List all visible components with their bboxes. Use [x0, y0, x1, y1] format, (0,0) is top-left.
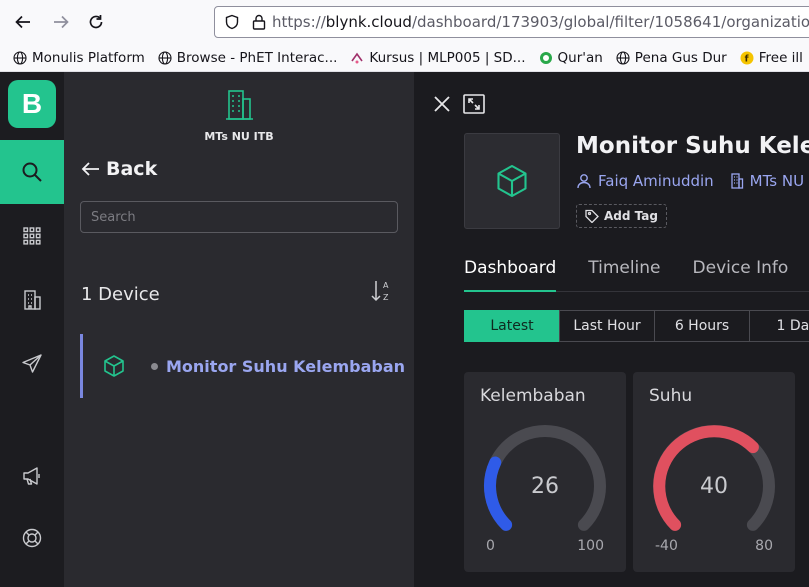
back-label: Back	[106, 158, 158, 180]
device-image-tile	[464, 133, 560, 229]
gauge-value: 40	[700, 474, 728, 499]
address-bar[interactable]: https://blynk.cloud/dashboard/173903/glo…	[214, 6, 809, 38]
device-count: 1 Device	[81, 284, 160, 305]
detail-tabs: Dashboard Timeline Device Info	[464, 258, 809, 292]
bookmark-item[interactable]: Kursus | MLP005 | SD...	[349, 49, 526, 66]
bookmarks-bar: Monulis Platform Browse - PhET Interac...…	[0, 44, 809, 72]
bookmark-item[interactable]: Browse - PhET Interac...	[157, 49, 338, 66]
apps-grid-icon[interactable]	[0, 204, 64, 268]
owner-link[interactable]: Faiq Aminuddin	[598, 172, 714, 190]
organization-icon	[730, 173, 744, 189]
organization-name: MTs NU ITB	[204, 130, 274, 143]
bookmark-item[interactable]: f Free ill	[739, 50, 803, 66]
bookmark-label: Browse - PhET Interac...	[176, 49, 338, 66]
send-icon[interactable]	[0, 332, 64, 396]
search-input[interactable]	[80, 201, 398, 233]
bookmark-item[interactable]: Qur'an	[538, 50, 603, 66]
add-tag-button[interactable]: Add Tag	[576, 204, 667, 228]
range-last-hour[interactable]: Last Hour	[559, 310, 655, 342]
tag-icon	[585, 209, 599, 223]
gauge-min: -40	[655, 538, 678, 554]
device-cube-icon	[102, 354, 126, 378]
bookmark-label: Pena Gus Dur	[634, 49, 727, 66]
lock-icon[interactable]	[252, 14, 266, 30]
bookmark-label: Qur'an	[557, 49, 603, 66]
blynk-app: B MTs NU ITB Back Search 1 Device A Z Mo…	[0, 72, 809, 587]
organization-header[interactable]: MTs NU ITB	[64, 88, 414, 143]
range-latest[interactable]: Latest	[464, 310, 560, 342]
bookmark-label: Free ill	[758, 49, 803, 66]
close-icon[interactable]	[432, 94, 452, 114]
forward-arrow-icon[interactable]	[49, 10, 73, 34]
globe-icon	[157, 50, 173, 66]
organization-link[interactable]: MTs NU	[750, 172, 804, 190]
device-name[interactable]: Monitor Suhu Kelembaban	[166, 357, 405, 376]
range-6-hours[interactable]: 6 Hours	[654, 310, 750, 342]
tab-device-info[interactable]: Device Info	[693, 258, 789, 292]
back-arrow-icon	[81, 162, 99, 176]
search-icon[interactable]	[0, 140, 64, 204]
device-detail: Monitor Suhu Kelembaban Faiq Aminuddin M…	[414, 72, 809, 587]
device-cube-icon	[497, 164, 527, 198]
quran-icon	[538, 50, 554, 66]
url-text[interactable]: https://blynk.cloud/dashboard/173903/glo…	[272, 13, 809, 31]
gauge-card-kelembaban[interactable]: Kelembaban 26 0 100	[464, 372, 626, 572]
nav-rail: B	[0, 72, 64, 587]
back-arrow-icon[interactable]	[11, 10, 35, 34]
browser-toolbar: https://blynk.cloud/dashboard/173903/glo…	[0, 0, 809, 44]
bookmark-item[interactable]: Monulis Platform	[12, 50, 145, 66]
gauge-value: 26	[531, 474, 559, 499]
user-icon	[576, 173, 592, 189]
bookmark-label: Kursus | MLP005 | SD...	[369, 49, 526, 66]
svg-text:f: f	[744, 54, 748, 64]
time-range-selector: Latest Last Hour 6 Hours 1 Day	[464, 310, 809, 342]
gauge-min: 0	[486, 538, 495, 554]
free-icon: f	[739, 50, 755, 66]
expand-icon[interactable]	[463, 94, 485, 114]
device-list-item[interactable]: Monitor Suhu Kelembaban	[80, 334, 414, 398]
globe-icon	[12, 50, 28, 66]
globe-icon	[615, 50, 631, 66]
sort-alpha-icon[interactable]: A Z	[369, 278, 395, 308]
add-tag-label: Add Tag	[604, 209, 658, 223]
reload-icon[interactable]	[84, 10, 108, 34]
megaphone-icon[interactable]	[0, 444, 64, 508]
tab-dashboard[interactable]: Dashboard	[464, 258, 557, 292]
gauge-card-suhu[interactable]: Suhu 40 -40 80	[633, 372, 795, 572]
help-lifebuoy-icon[interactable]	[0, 506, 64, 570]
organization-building-icon	[226, 90, 253, 120]
gauge-title: Suhu	[649, 386, 693, 406]
gauge-title: Kelembaban	[480, 386, 586, 406]
device-list-panel: MTs NU ITB Back 1 Device A Z Monitor Suh…	[64, 72, 414, 587]
device-status-dot	[151, 362, 158, 370]
blynk-logo[interactable]: B	[8, 80, 56, 128]
bookmark-label: Monulis Platform	[32, 49, 145, 66]
building-icon[interactable]	[0, 268, 64, 332]
device-meta: Faiq Aminuddin MTs NU	[576, 172, 804, 190]
svg-text:A: A	[383, 281, 389, 290]
bookmark-item[interactable]: Pena Gus Dur	[615, 50, 727, 66]
course-icon	[349, 50, 365, 66]
back-button[interactable]: Back	[80, 158, 157, 180]
shield-icon[interactable]	[224, 14, 240, 30]
device-title: Monitor Suhu Kelembaban	[576, 133, 809, 159]
svg-text:Z: Z	[383, 293, 389, 302]
gauge-max: 80	[755, 538, 773, 554]
tab-timeline[interactable]: Timeline	[588, 258, 660, 292]
gauge-max: 100	[577, 538, 604, 554]
range-1-day[interactable]: 1 Day	[749, 310, 809, 342]
